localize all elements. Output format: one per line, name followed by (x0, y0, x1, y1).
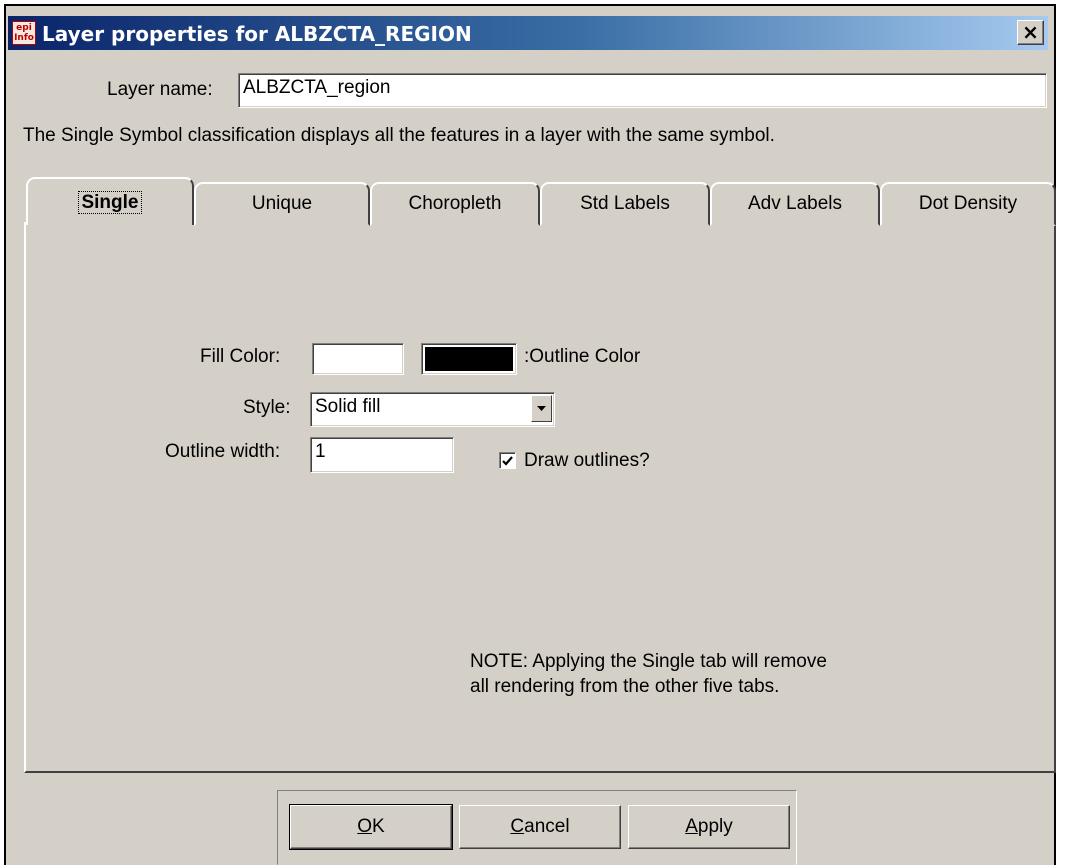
tab-adv-labels-label: Adv Labels (747, 193, 842, 214)
note-line-1: NOTE: Applying the Single tab will remov… (470, 651, 827, 672)
checkmark-icon (502, 456, 513, 466)
title-bar[interactable]: epi Info Layer properties for ALBZCTA_REG… (8, 16, 1048, 50)
outline-color-label: :Outline Color (524, 346, 641, 367)
apply-mnemonic: A (685, 816, 698, 837)
style-value: Solid fill (315, 396, 381, 417)
classification-description: The Single Symbol classification display… (23, 125, 775, 146)
apply-label-rest: pply (697, 816, 733, 837)
tab-unique-label: Unique (251, 193, 313, 214)
outline-width-label: Outline width: (165, 441, 281, 462)
style-label: Style: (243, 397, 291, 418)
draw-outlines-checkbox[interactable] (499, 452, 516, 469)
cancel-mnemonic: C (510, 816, 525, 837)
window-title: Layer properties for ALBZCTA_REGION (42, 22, 472, 46)
tab-unique[interactable]: Unique (194, 182, 370, 226)
ok-mnemonic: O (357, 816, 373, 837)
ok-label-rest: K (372, 816, 385, 837)
layer-name-value: ALBZCTA_region (243, 77, 391, 98)
dropdown-arrow-button[interactable] (531, 395, 552, 422)
tab-choropleth[interactable]: Choropleth (370, 182, 540, 226)
draw-outlines-label: Draw outlines? (524, 450, 650, 471)
cancel-label-rest: ancel (524, 816, 570, 837)
note-line-2: all rendering from the other five tabs. (470, 676, 780, 697)
cancel-button[interactable]: Cancel (459, 805, 621, 849)
tab-std-labels[interactable]: Std Labels (540, 182, 710, 226)
outline-width-input[interactable]: 1 (310, 437, 454, 473)
outline-color-swatch[interactable] (421, 343, 517, 375)
style-select[interactable]: Solid fill (310, 392, 555, 427)
fill-color-swatch[interactable] (312, 343, 404, 375)
epi-info-icon: epi Info (12, 21, 36, 45)
tab-choropleth-label: Choropleth (408, 193, 502, 214)
outline-width-value: 1 (315, 441, 326, 462)
ok-button[interactable]: OK (289, 804, 453, 850)
tab-dot-density[interactable]: Dot Density (880, 182, 1056, 226)
layer-name-input[interactable]: ALBZCTA_region (238, 73, 1047, 108)
apply-button[interactable]: Apply (628, 805, 790, 849)
layer-name-label: Layer name: (107, 79, 213, 100)
tab-single[interactable]: Single (26, 177, 194, 225)
close-button[interactable]: × (1017, 20, 1044, 45)
tab-adv-labels[interactable]: Adv Labels (710, 182, 880, 226)
fill-color-sample (316, 347, 400, 371)
fill-color-label: Fill Color: (200, 346, 281, 367)
tab-single-label: Single (78, 191, 142, 214)
chevron-down-icon (537, 406, 546, 411)
tab-dot-density-label: Dot Density (918, 193, 1018, 214)
outline-color-sample (425, 347, 513, 371)
tab-std-labels-label: Std Labels (580, 193, 670, 214)
